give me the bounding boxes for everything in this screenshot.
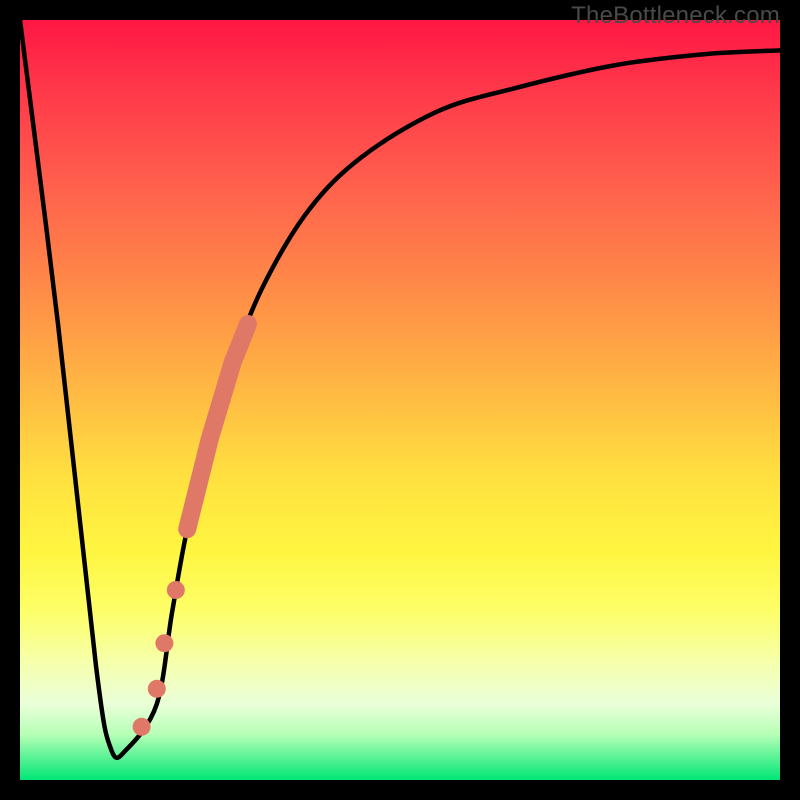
highlight-dot — [148, 680, 166, 698]
highlight-dot — [167, 581, 185, 599]
highlight-segment — [187, 324, 248, 529]
curve-path — [20, 20, 780, 758]
highlight-markers — [133, 324, 248, 736]
highlight-dot — [133, 718, 151, 736]
watermark-text: TheBottleneck.com — [571, 2, 780, 30]
plot-area — [20, 20, 780, 780]
highlight-dot — [155, 634, 173, 652]
bottleneck-curve — [20, 20, 780, 758]
curve-svg — [20, 20, 780, 780]
chart-frame: TheBottleneck.com — [0, 0, 800, 800]
